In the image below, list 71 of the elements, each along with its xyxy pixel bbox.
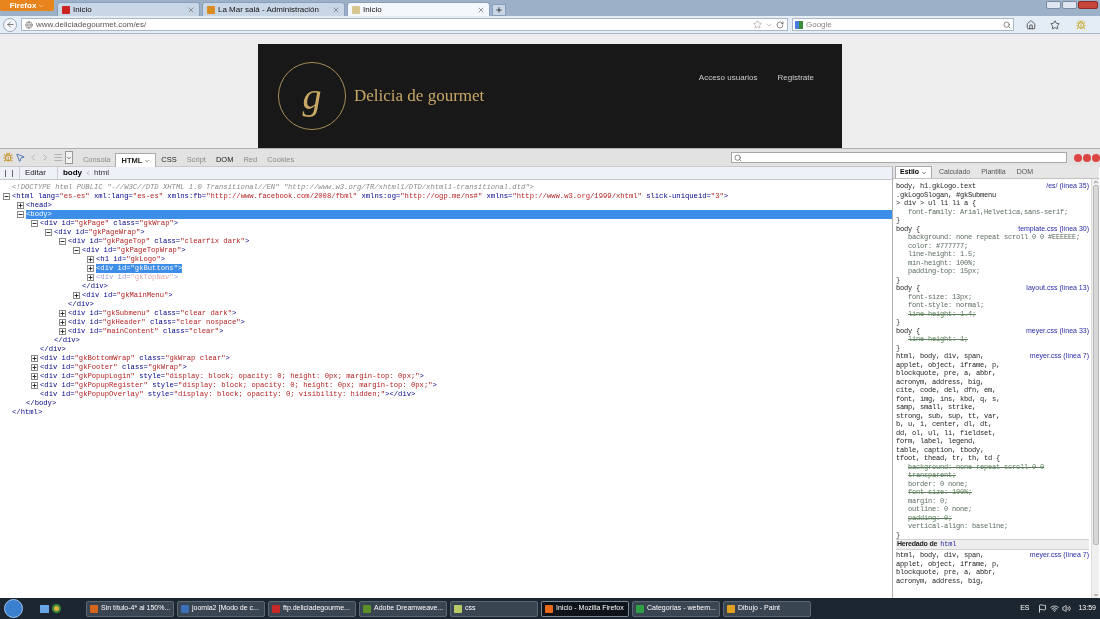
back-button[interactable] [3, 17, 17, 32]
expand-icon[interactable] [31, 373, 38, 380]
home-icon[interactable] [1026, 19, 1036, 30]
expand-icon[interactable] [87, 274, 94, 281]
expand-icon[interactable] [73, 292, 80, 299]
collapse-icon[interactable] [31, 220, 38, 227]
close-icon[interactable] [332, 5, 340, 14]
collapse-icon[interactable] [3, 193, 10, 200]
expand-icon[interactable] [59, 328, 66, 335]
breadcrumb[interactable]: body [62, 167, 82, 179]
separator-icon [85, 170, 91, 176]
caret-icon [38, 2, 45, 9]
browser-tab[interactable]: Inicio [57, 2, 200, 16]
chrome-icon[interactable] [52, 604, 61, 613]
expand-icon[interactable] [31, 355, 38, 362]
collapse-icon[interactable] [45, 229, 52, 236]
minimize-icon[interactable] [1046, 1, 1061, 9]
expand-icon[interactable] [87, 265, 94, 272]
address-bar[interactable]: www.deliciadegourmet.com/es/ [21, 18, 788, 31]
bug-icon[interactable] [3, 152, 14, 163]
new-tab-button[interactable] [492, 4, 506, 16]
caret-icon [144, 157, 151, 164]
expand-icon[interactable] [17, 202, 24, 209]
browser-tab[interactable]: La Mar salá - Administración [202, 2, 345, 16]
restore-icon[interactable] [1062, 1, 1077, 9]
site-title[interactable]: Delicia de gourmet [354, 83, 485, 109]
expand-icon[interactable] [31, 382, 38, 389]
globe-icon [25, 20, 33, 29]
collapse-icon[interactable] [59, 238, 66, 245]
search-field[interactable] [731, 152, 1067, 163]
expand-icon[interactable] [59, 319, 66, 326]
scrollbar[interactable] [1091, 179, 1099, 598]
minimize-icon[interactable] [1074, 153, 1082, 162]
expand-icon[interactable] [59, 310, 66, 317]
url-text: www.deliciadegourmet.com/es/ [36, 18, 148, 31]
detach-icon[interactable] [1083, 153, 1091, 162]
search-icon[interactable] [1003, 20, 1011, 29]
desktop-icon[interactable] [40, 604, 49, 613]
flag-icon[interactable] [1038, 604, 1048, 613]
scroll-up-icon[interactable] [1092, 179, 1099, 185]
nav-link[interactable]: Acceso usuarios [698, 72, 758, 84]
star-icon[interactable] [753, 20, 762, 29]
close-icon[interactable] [477, 5, 485, 14]
close-icon[interactable] [1092, 153, 1100, 162]
search-icon [734, 153, 743, 162]
close-icon[interactable] [187, 5, 195, 14]
expand-icon[interactable] [31, 364, 38, 371]
start-button[interactable] [4, 599, 23, 618]
dropdown-icon[interactable] [64, 151, 73, 164]
volume-icon[interactable] [1062, 604, 1072, 613]
bookmarks-icon[interactable] [1050, 19, 1060, 30]
network-icon[interactable] [1050, 604, 1060, 613]
tab-title: La Mar salá - Administración [218, 3, 320, 16]
collapse-icon[interactable] [17, 211, 24, 218]
nav-link[interactable]: Registrate [777, 72, 814, 84]
toggle-panel-icon[interactable] [5, 169, 13, 177]
inspect-icon[interactable] [15, 152, 26, 163]
edit-button[interactable]: Editar [19, 167, 51, 179]
reload-icon[interactable] [776, 20, 784, 29]
logo-monogram: g [302, 77, 322, 115]
scroll-down-icon[interactable] [1092, 592, 1099, 598]
tab-title: Inicio [363, 3, 383, 16]
browser-tab[interactable]: Inicio [347, 2, 490, 16]
plus-icon [495, 6, 503, 14]
tab-title: Inicio [73, 3, 93, 16]
google-icon [795, 20, 803, 29]
back-arrow-icon [5, 20, 15, 29]
expand-icon[interactable] [87, 256, 94, 263]
breadcrumb[interactable]: html [94, 167, 110, 179]
collapse-icon[interactable] [73, 247, 80, 254]
close-icon[interactable] [1078, 1, 1098, 9]
